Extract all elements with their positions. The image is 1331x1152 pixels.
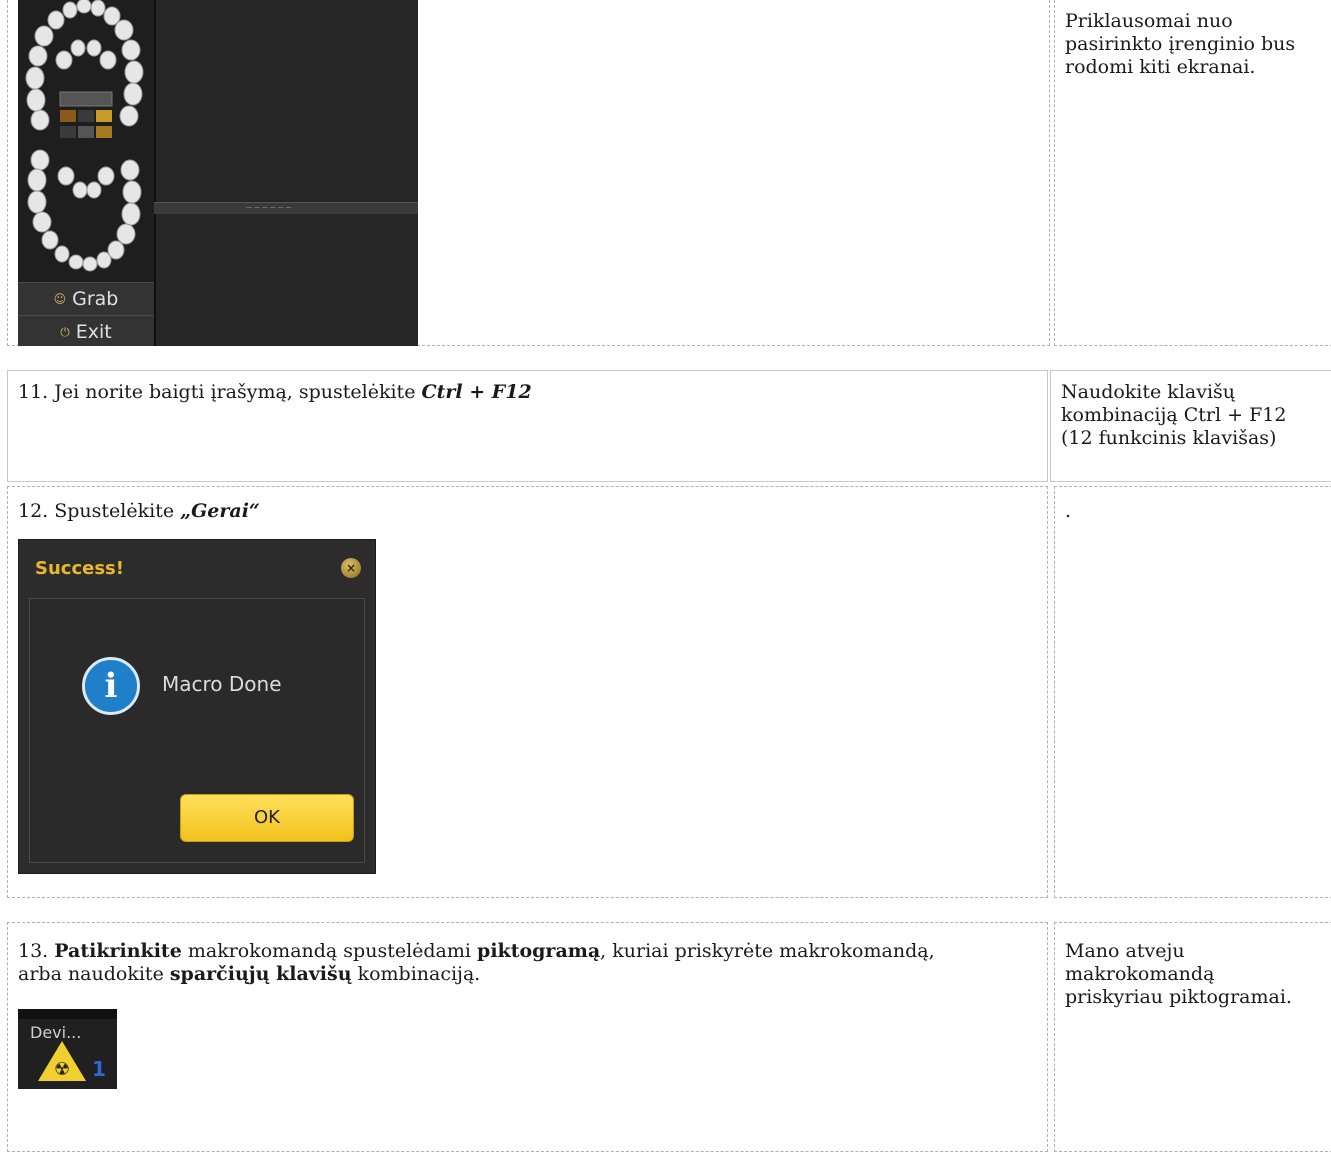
dialog-title: Success! [35, 558, 124, 579]
exit-label: Exit [75, 321, 112, 343]
device-number-badge: 1 [92, 1057, 106, 1081]
side-cell: Naudokite klavišų kombinaciją Ctrl + F12… [1050, 370, 1331, 482]
close-icon[interactable]: × [341, 558, 361, 578]
lower-viewer [154, 214, 418, 346]
device-icon-screenshot[interactable]: Devi... ☢ 1 [18, 1009, 117, 1089]
image-viewer [154, 0, 418, 204]
side-cell: . [1054, 486, 1331, 898]
grab-label: Grab [72, 288, 119, 310]
main-cell: — — — — — — ☺ Grab ⏻ Exit [7, 0, 1050, 346]
grab-button[interactable]: ☺ Grab [18, 282, 154, 315]
shortcut-emphasis: Ctrl + F12 [421, 381, 532, 403]
step-12-text: 12. Spustelėkite „Gerai“ [18, 500, 260, 522]
side-cell: Mano atveju makrokomandą priskyriau pikt… [1054, 922, 1331, 1152]
info-icon: i [82, 657, 140, 715]
step-13-text: 13. Patikrinkite makrokomandą spustelėda… [18, 940, 935, 985]
radiation-symbol-icon: ☢ [54, 1059, 71, 1080]
main-cell: 12. Spustelėkite „Gerai“ Success! × i Ma… [7, 486, 1048, 898]
success-dialog: Success! × i Macro Done OK [18, 539, 376, 874]
side-cell: Priklausomai nuo pasirinkto įrenginio bu… [1054, 0, 1331, 346]
side-note: Priklausomai nuo pasirinkto įrenginio bu… [1065, 10, 1296, 78]
side-note: Naudokite klavišų kombinaciją Ctrl + F12… [1061, 381, 1287, 449]
side-note: Mano atveju makrokomandą priskyriau pikt… [1065, 940, 1292, 1008]
exit-button[interactable]: ⏻ Exit [18, 315, 154, 346]
dialog-body: i Macro Done OK [29, 598, 365, 863]
grab-icon: ☺ [53, 292, 67, 306]
dialog-message: Macro Done [162, 672, 282, 696]
device-label: Devi... [30, 1023, 82, 1042]
table-row: 12. Spustelėkite „Gerai“ Success! × i Ma… [7, 486, 1331, 898]
table-row: 11. Jei norite baigti įrašymą, spustelėk… [7, 370, 1331, 482]
dental-chart-screenshot: — — — — — — ☺ Grab ⏻ Exit [18, 0, 418, 346]
side-note: . [1065, 500, 1072, 522]
table-row: 13. Patikrinkite makrokomandą spustelėda… [7, 922, 1331, 1152]
tooth-chart-icon [25, 0, 144, 272]
main-cell: 13. Patikrinkite makrokomandą spustelėda… [7, 922, 1048, 1152]
ok-emphasis: „Gerai“ [180, 500, 260, 522]
step-11-text: 11. Jei norite baigti įrašymą, spustelėk… [18, 381, 532, 403]
power-icon: ⏻ [60, 324, 70, 339]
main-cell: 11. Jei norite baigti įrašymą, spustelėk… [7, 370, 1048, 482]
ok-button[interactable]: OK [180, 794, 354, 842]
table-row: — — — — — — ☺ Grab ⏻ Exit Priklausomai n… [7, 0, 1331, 346]
